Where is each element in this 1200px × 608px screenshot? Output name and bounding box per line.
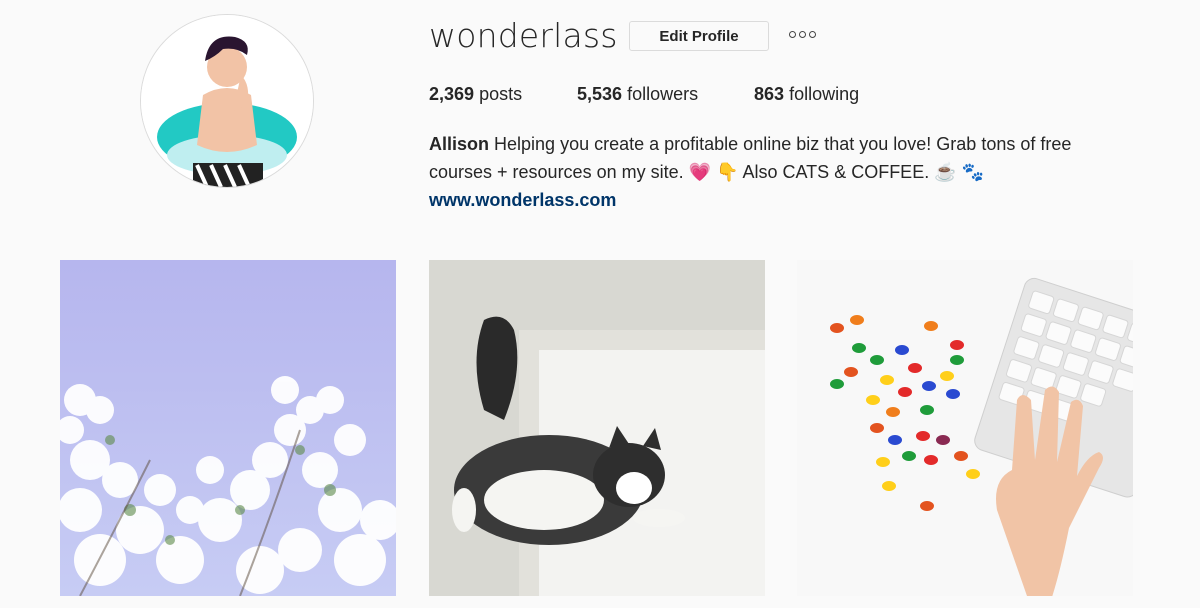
edit-profile-button[interactable]: Edit Profile bbox=[629, 21, 769, 51]
following-stat[interactable]: 863 following bbox=[754, 84, 859, 105]
profile-username: wonderlass bbox=[429, 16, 618, 55]
profile-avatar[interactable] bbox=[140, 14, 314, 188]
bio-line-2: courses + resources on my site. 💗 👇 Also… bbox=[429, 158, 1129, 186]
post-thumbnail-jellybeans[interactable] bbox=[797, 260, 1133, 596]
paws-icon: 🐾 bbox=[961, 162, 985, 182]
posts-label: posts bbox=[479, 84, 523, 104]
followers-label: followers bbox=[627, 84, 699, 104]
bio-line-1: Allison Helping you create a profitable … bbox=[429, 130, 1129, 158]
bio-text-2b: Also CATS & COFFEE. bbox=[742, 162, 930, 182]
post-thumbnail-flowers[interactable] bbox=[60, 260, 396, 596]
posts-stat: 2,369 posts bbox=[429, 84, 522, 105]
bio-text-1: Helping you create a profitable online b… bbox=[494, 134, 1072, 154]
following-count: 863 bbox=[754, 84, 785, 104]
followers-count: 5,536 bbox=[577, 84, 623, 104]
dot bbox=[809, 31, 816, 38]
pointing-down-icon: 👇 bbox=[716, 162, 739, 182]
website-link[interactable]: www.wonderlass.com bbox=[429, 186, 1129, 214]
ellipsis-icon[interactable] bbox=[789, 31, 816, 38]
bio-name: Allison bbox=[429, 134, 490, 154]
post-thumbnail-cat[interactable] bbox=[429, 260, 765, 596]
dot bbox=[799, 31, 806, 38]
following-label: following bbox=[789, 84, 860, 104]
posts-count: 2,369 bbox=[429, 84, 475, 104]
followers-stat[interactable]: 5,536 followers bbox=[577, 84, 698, 105]
bio-text-2a: courses + resources on my site. bbox=[429, 162, 684, 182]
dot bbox=[789, 31, 796, 38]
profile-bio: Allison Helping you create a profitable … bbox=[429, 130, 1129, 214]
coffee-icon: ☕ bbox=[934, 162, 957, 182]
heart-icon: 💗 bbox=[688, 162, 712, 182]
